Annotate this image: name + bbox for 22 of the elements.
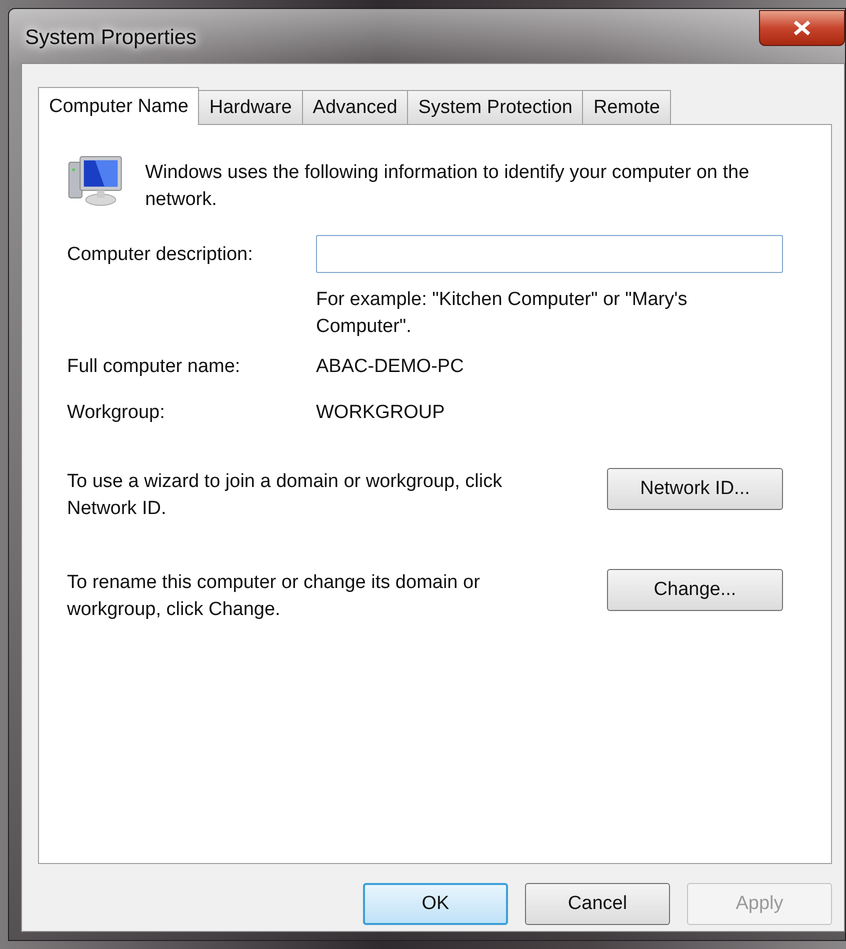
close-button[interactable] bbox=[759, 10, 845, 46]
info-label: Workgroup: bbox=[67, 401, 166, 425]
action-text: To use a wizard to join a domain or workgroup, click Network ID. bbox=[67, 470, 504, 521]
close-icon bbox=[793, 20, 811, 36]
tab[interactable]: Computer Name bbox=[38, 87, 200, 125]
dialog-button[interactable]: OK bbox=[363, 883, 508, 925]
tab[interactable]: Advanced bbox=[302, 90, 408, 124]
window-title: System Properties bbox=[25, 26, 197, 50]
hint-text: For example: "Kitchen Computer" or "Mary's Computer". bbox=[316, 288, 688, 339]
tab[interactable]: System Protection bbox=[407, 90, 584, 124]
action-button[interactable]: Change... bbox=[607, 569, 783, 611]
action-text: To rename this computer or change its domain or workgroup, click Change. bbox=[67, 571, 481, 622]
info-value: WORKGROUP bbox=[316, 401, 446, 425]
tab[interactable]: Hardware bbox=[198, 90, 303, 124]
tab[interactable]: Remote bbox=[582, 90, 671, 124]
info-label: Full computer name: bbox=[67, 355, 242, 379]
action-button[interactable]: Network ID... bbox=[607, 468, 783, 510]
field-label: Computer description: bbox=[67, 242, 254, 266]
dialog-button[interactable]: Cancel bbox=[525, 883, 670, 925]
intro-text: Windows uses the following information to identify your computer on the network. bbox=[145, 161, 750, 212]
info-value: ABAC-DEMO-PC bbox=[316, 355, 465, 379]
description-field[interactable] bbox=[316, 235, 783, 273]
